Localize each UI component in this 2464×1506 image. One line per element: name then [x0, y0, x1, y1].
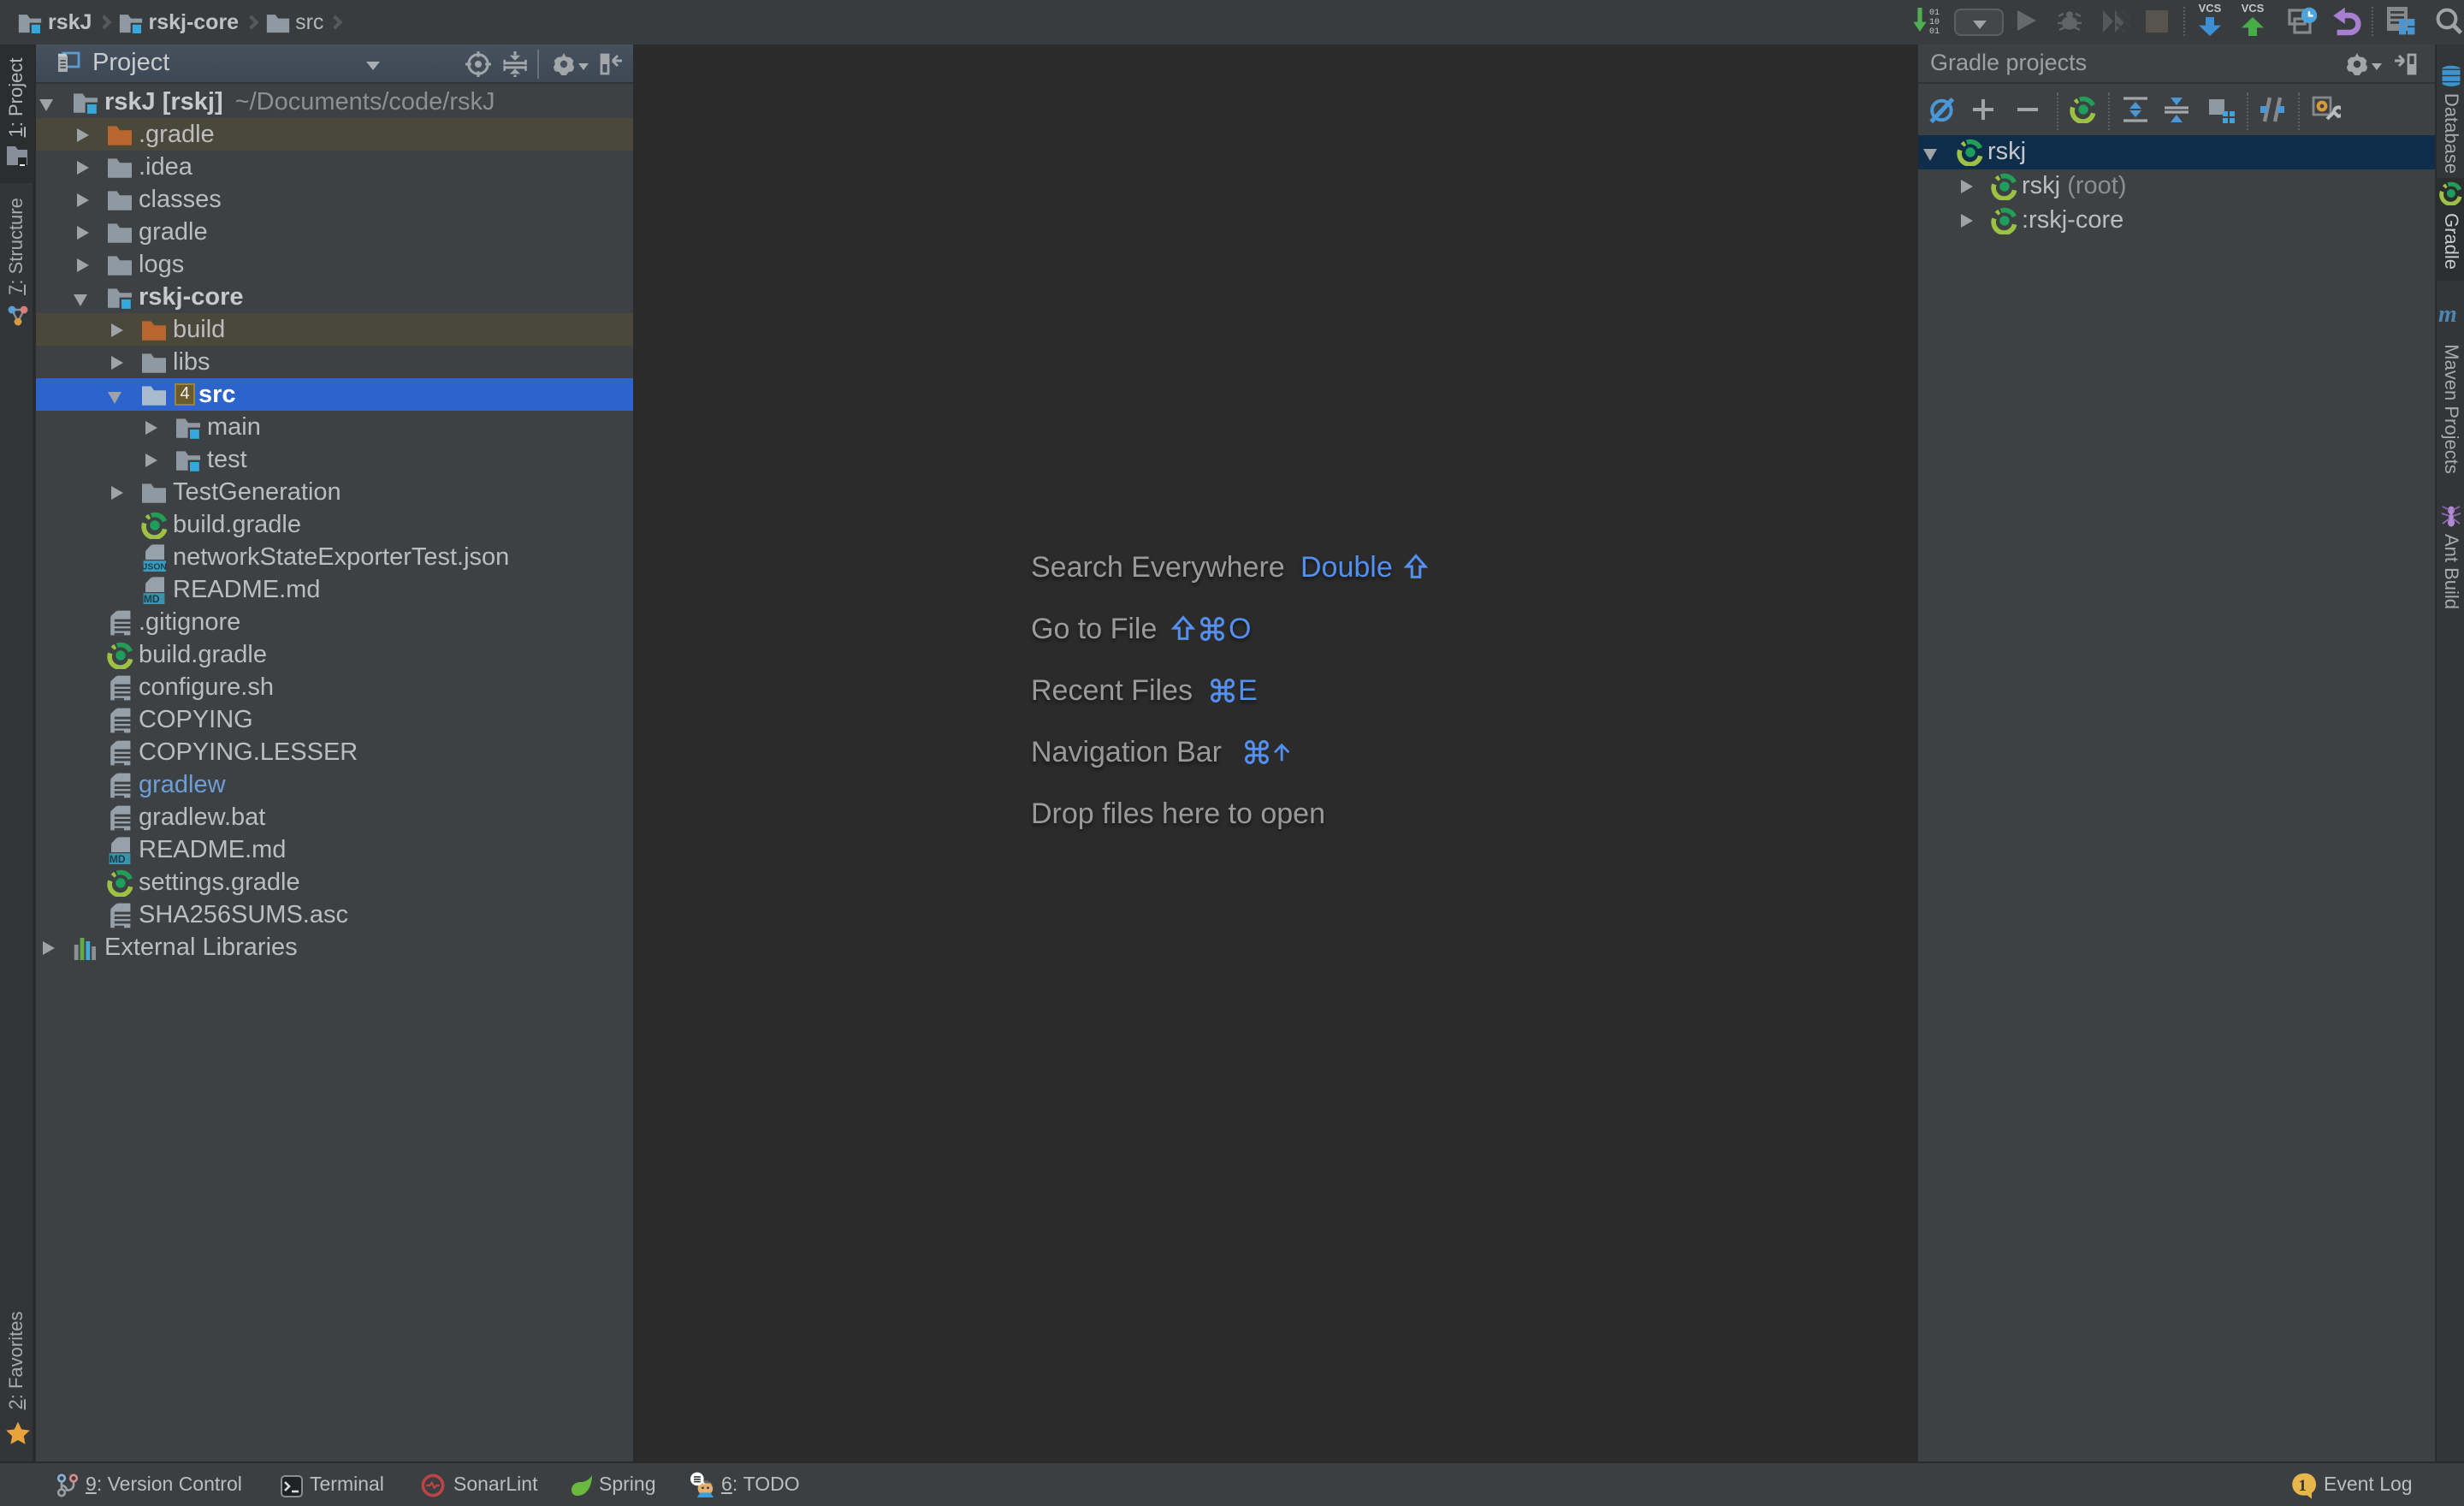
svg-text:01: 01 — [1929, 9, 1940, 18]
svg-text:01: 01 — [1929, 27, 1940, 37]
svg-text:10: 10 — [1929, 18, 1940, 27]
svg-text:1: 1 — [2298, 1477, 2307, 1495]
